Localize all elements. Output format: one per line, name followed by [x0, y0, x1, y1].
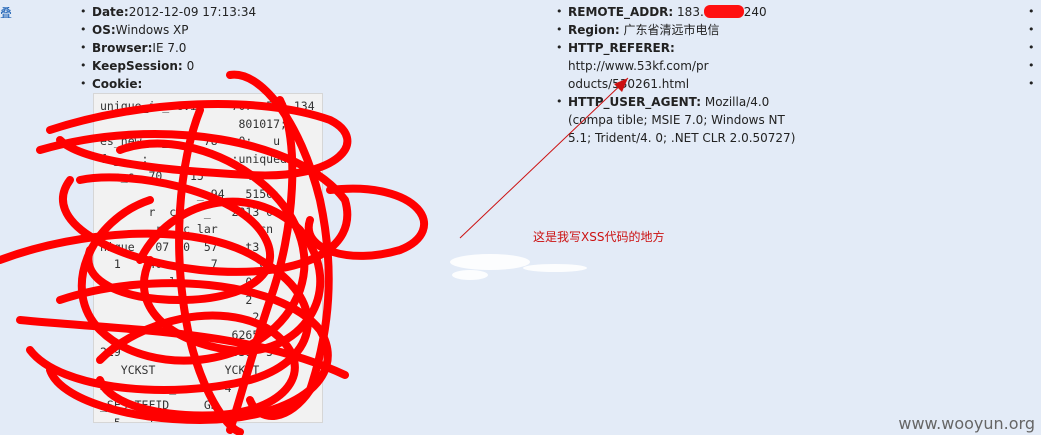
cookie-line: nique_ 07 70 57 t3: [100, 239, 260, 254]
session-info-list: Date:2012-12-09 17:13:34 OS:Windows XP B…: [80, 3, 440, 93]
cookie-item: Cookie:: [80, 75, 440, 93]
region-label: Region:: [568, 23, 620, 37]
cookie-line: 5 ( ; YC: [100, 415, 197, 423]
cookie-line: r _c_lar cn: [100, 222, 274, 237]
user-agent-item: HTTP_USER_AGENT: Mozilla/4.0 (compa tibl…: [556, 93, 801, 147]
remote-addr-label: REMOTE_ADDR:: [568, 5, 674, 19]
redaction-mark: [703, 5, 744, 18]
cookie-label: Cookie:: [92, 77, 143, 91]
right-bullet: [1028, 39, 1040, 57]
cookie-value-box: unique_in_revis 707 540 134 801017; es_ne…: [93, 93, 323, 423]
cookie-line: 801017;: [100, 116, 287, 131]
cookie-line: unique_in_revis 707 540 134: [100, 99, 315, 113]
cookie-line: _ 94 5150;: [100, 186, 281, 201]
region-item: Region: 广东省清远市电信: [556, 21, 801, 39]
browser-label: Browser:: [92, 41, 153, 55]
cookie-line: e_s 70 _ 15 42: [100, 169, 260, 184]
cookie-line: l 0: [100, 274, 253, 289]
keepsession-value: 0: [186, 59, 195, 73]
cookie-line: fo_ ; ;uniqued: [100, 151, 287, 166]
right-bullet: [1028, 3, 1040, 21]
right-bullet: [1028, 57, 1040, 75]
user-agent-label: HTTP_USER_AGENT:: [568, 95, 702, 109]
keepsession-label: KeepSession:: [92, 59, 183, 73]
white-smudge: [452, 270, 488, 280]
remote-addr-value: 183.: [677, 5, 704, 19]
right-bullet: [1028, 75, 1040, 93]
cookie-line: r c _ 2013 0: [100, 204, 274, 219]
watermark: www.wooyun.org: [898, 414, 1035, 433]
xss-annotation: 这是我写XSS代码的地方: [533, 230, 665, 244]
os-item: OS:Windows XP: [80, 21, 440, 39]
cookie-line: es_new_ _ 78 0; u: [100, 134, 281, 149]
cookie-line: YCKST YCKST: [100, 362, 260, 377]
right-bullet: [1028, 21, 1040, 39]
cookie-line: _SES_TEFID GR: [100, 398, 239, 413]
cookie-line: 1 40 7 07: [100, 257, 274, 272]
white-smudge: [523, 264, 587, 272]
browser-item: Browser:IE 7.0: [80, 39, 440, 57]
remote-addr-tail: 240: [743, 5, 767, 19]
os-value: Windows XP: [115, 23, 189, 37]
request-info-list: REMOTE_ADDR: 183. 240 Region: 广东省清远市电信 HT…: [556, 3, 801, 147]
scribble-stroke: [304, 184, 429, 260]
http-referer-value: http://www.53kf.com/pr oducts/530261.htm…: [568, 59, 709, 91]
browser-value: IE 7.0: [152, 41, 187, 55]
cookie-line: = e _ 0 4: [100, 380, 246, 395]
date-value: 2012-12-09 17:13:34: [128, 5, 257, 19]
cookie-line: 219 8 12639 5: [100, 345, 274, 360]
region-value: 广东省清远市电信: [623, 23, 720, 37]
cookie-line: 2: [100, 292, 253, 307]
http-referer-label: HTTP_REFERER:: [568, 41, 675, 55]
remote-addr-item: REMOTE_ADDR: 183. 240: [556, 3, 801, 21]
cookie-line: _ 6265: [100, 327, 260, 342]
os-label: OS:: [92, 23, 116, 37]
white-smudge: [450, 254, 530, 270]
date-label: Date:: [92, 5, 129, 19]
http-referer-item: HTTP_REFERER: http://www.53kf.com/pr odu…: [556, 39, 801, 93]
right-bullet-list: [1028, 3, 1040, 93]
edge-glyph: 叠: [0, 6, 13, 20]
cookie-line: 2: [100, 310, 260, 325]
date-item: Date:2012-12-09 17:13:34: [80, 3, 440, 21]
keepsession-item: KeepSession: 0: [80, 57, 440, 75]
